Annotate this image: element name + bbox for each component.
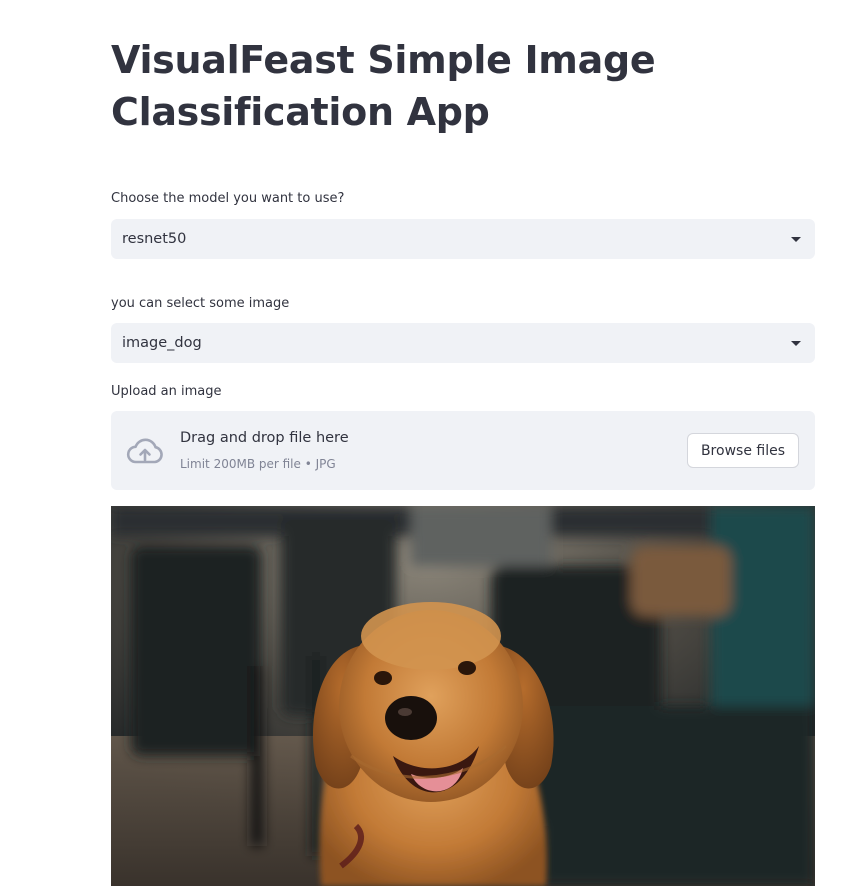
model-select-label: Choose the model you want to use? <box>111 191 345 206</box>
image-select[interactable]: image_dog <box>111 323 815 363</box>
image-select-label: you can select some image <box>111 296 290 311</box>
image-preview <box>111 506 815 886</box>
model-select[interactable]: resnet50 <box>111 219 815 259</box>
chevron-down-icon <box>791 236 801 242</box>
chevron-down-icon <box>791 340 801 346</box>
uploader-label: Upload an image <box>111 384 222 399</box>
file-dropzone[interactable]: Drag and drop file here Limit 200MB per … <box>111 411 815 490</box>
dropzone-limit: Limit 200MB per file • JPG <box>180 457 336 471</box>
browse-files-button[interactable]: Browse files <box>686 433 799 468</box>
dropzone-instructions: Drag and drop file here <box>180 430 349 446</box>
image-select-value: image_dog <box>122 335 202 351</box>
model-select-value: resnet50 <box>122 231 187 247</box>
cloud-upload-icon <box>126 437 164 465</box>
page-title: VisualFeast Simple Image Classification … <box>111 38 656 134</box>
